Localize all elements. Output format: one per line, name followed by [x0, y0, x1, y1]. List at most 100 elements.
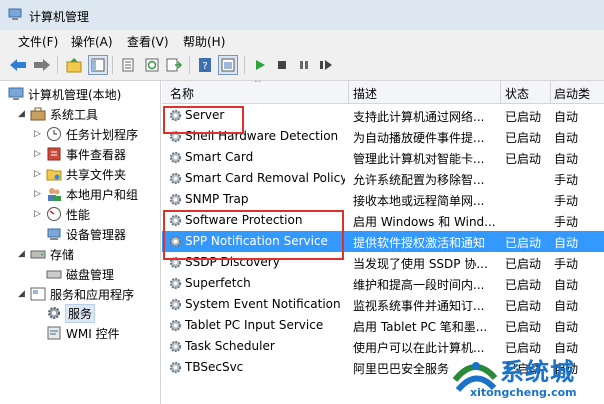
service-description: 允许系统配置为移除智...: [353, 173, 485, 187]
service-row[interactable]: Smart Card 管理此计算机对智能卡... 已启动 自动: [162, 147, 604, 168]
properties-icon[interactable]: [218, 55, 238, 75]
highlight-server: [163, 106, 244, 134]
service-name: Smart Card Removal Policy: [185, 171, 345, 185]
service-name: System Event Notification ...: [185, 297, 345, 311]
restart-icon[interactable]: [316, 55, 336, 75]
play-icon[interactable]: [250, 55, 270, 75]
expand-icon[interactable]: ▷: [34, 129, 44, 139]
pause-icon[interactable]: [294, 55, 314, 75]
service-startup-type: 手动: [554, 215, 579, 229]
service-row[interactable]: SNMP Trap 接收本地或远程简单网... 手动: [162, 189, 604, 210]
service-row[interactable]: System Event Notification ... 监视系统事件并通知订.…: [162, 294, 604, 315]
service-startup-type: 手动: [554, 257, 579, 271]
clock-icon: [47, 127, 61, 141]
wmi-icon: [47, 326, 61, 340]
service-description: 维护和提高一段时间内...: [353, 278, 485, 292]
tree-local-users[interactable]: ▷ 本地用户和组: [34, 185, 138, 203]
tree-wmi-control[interactable]: WMI 控件: [46, 324, 120, 342]
service-description: 启用 Windows 和 Wind...: [353, 215, 496, 229]
service-gear-icon: [169, 172, 182, 185]
window-title: 计算机管理: [29, 10, 90, 24]
service-name: TBSecSvc: [185, 360, 244, 374]
service-name: Tablet PC Input Service: [185, 318, 324, 332]
service-state: 已启动: [505, 236, 542, 250]
service-gear-icon: [169, 298, 182, 311]
expand-icon[interactable]: ▷: [34, 189, 44, 199]
collapse-icon[interactable]: ◢: [18, 289, 28, 299]
collapse-icon[interactable]: ◢: [18, 109, 28, 119]
service-startup-type: 手动: [554, 194, 579, 208]
tree-performance[interactable]: ▷ 性能: [34, 205, 90, 223]
stop-icon[interactable]: [272, 55, 292, 75]
service-description: 提供软件授权激活和通知: [353, 236, 486, 250]
computer-icon: [8, 87, 24, 100]
service-name: Task Scheduler: [185, 339, 275, 353]
event-viewer-icon: [47, 147, 61, 161]
collapse-icon[interactable]: ◢: [18, 249, 28, 259]
service-row[interactable]: Tablet PC Input Service 启用 Tablet PC 笔和墨.…: [162, 315, 604, 336]
service-gear-icon: [169, 277, 182, 290]
service-gear-icon: [169, 193, 182, 206]
highlight-software-protection: [163, 210, 344, 260]
export-list-icon[interactable]: [164, 55, 184, 75]
service-state: 已启动: [505, 299, 542, 313]
tree-storage[interactable]: ◢ 存储: [18, 245, 74, 263]
watermark-url: xitongcheng.com: [470, 386, 577, 399]
menu-action[interactable]: 操作(A): [71, 33, 113, 50]
service-name: Superfetch: [185, 276, 251, 290]
menu-file[interactable]: 文件(F): [18, 33, 58, 50]
service-description: 支持此计算机通过网络...: [353, 110, 485, 124]
service-state: 已启动: [505, 110, 542, 124]
shared-folder-icon: [46, 169, 62, 181]
service-gear-icon: [169, 340, 182, 353]
service-row[interactable]: Smart Card Removal Policy 允许系统配置为移除智... 手动: [162, 168, 604, 189]
sort-arrow-icon: ^: [254, 81, 262, 89]
list-header: 名称 ^ 描述 状态 启动类: [162, 81, 604, 104]
menu-bar: 文件(F) 操作(A) 查看(V) 帮助(H): [0, 30, 604, 50]
service-description: 管理此计算机对智能卡...: [353, 152, 485, 166]
toolbar: ?: [0, 50, 604, 81]
service-startup-type: 自动: [554, 299, 579, 313]
forward-icon[interactable]: [32, 55, 52, 75]
tree-disk-management[interactable]: 磁盘管理: [46, 265, 114, 283]
refresh-icon[interactable]: [142, 55, 162, 75]
help-icon[interactable]: ?: [195, 55, 215, 75]
menu-help[interactable]: 帮助(H): [183, 33, 225, 50]
service-description: 启用 Tablet PC 笔和墨...: [353, 320, 488, 334]
tree-system-tools[interactable]: ◢ 系统工具: [18, 105, 98, 123]
back-icon[interactable]: [8, 55, 28, 75]
gear-icon: [48, 307, 60, 319]
computer-management-icon: [8, 8, 22, 20]
column-state[interactable]: 状态: [505, 85, 529, 102]
service-startup-type: 自动: [554, 131, 579, 145]
service-startup-type: 自动: [554, 278, 579, 292]
expand-icon[interactable]: ▷: [34, 149, 44, 159]
users-icon: [48, 188, 61, 201]
service-description: 接收本地或远程简单网...: [353, 194, 485, 208]
export-icon[interactable]: [118, 55, 138, 75]
tree-device-manager[interactable]: 设备管理器: [46, 225, 126, 243]
up-icon[interactable]: [64, 55, 84, 75]
service-startup-type: 自动: [554, 320, 579, 334]
service-state: 已启动: [505, 257, 542, 271]
column-description[interactable]: 描述: [353, 85, 377, 102]
tree-shared-folders[interactable]: ▷ 共享文件夹: [34, 165, 126, 183]
tree-task-scheduler[interactable]: ▷ 任务计划程序: [34, 125, 138, 143]
service-startup-type: 自动: [554, 152, 579, 166]
service-row[interactable]: Superfetch 维护和提高一段时间内... 已启动 自动: [162, 273, 604, 294]
expand-icon[interactable]: ▷: [34, 209, 44, 219]
show-tree-icon[interactable]: [88, 55, 108, 75]
tree-services[interactable]: 服务: [46, 303, 96, 323]
tree-services-apps[interactable]: ◢ 服务和应用程序: [18, 285, 134, 303]
service-startup-type: 自动: [554, 110, 579, 124]
service-description: 当发现了使用 SSDP 协...: [353, 257, 488, 271]
column-name[interactable]: 名称: [170, 85, 194, 102]
service-startup-type: 自动: [554, 236, 579, 250]
tree-event-viewer[interactable]: ▷ 事件查看器: [34, 145, 126, 163]
column-startup-type[interactable]: 启动类: [554, 85, 590, 102]
expand-icon[interactable]: ▷: [34, 169, 44, 179]
tree-root[interactable]: 计算机管理(本地): [8, 85, 121, 103]
services-apps-icon: [30, 287, 46, 301]
service-state: 已启动: [505, 320, 542, 334]
menu-view[interactable]: 查看(V): [127, 33, 169, 50]
